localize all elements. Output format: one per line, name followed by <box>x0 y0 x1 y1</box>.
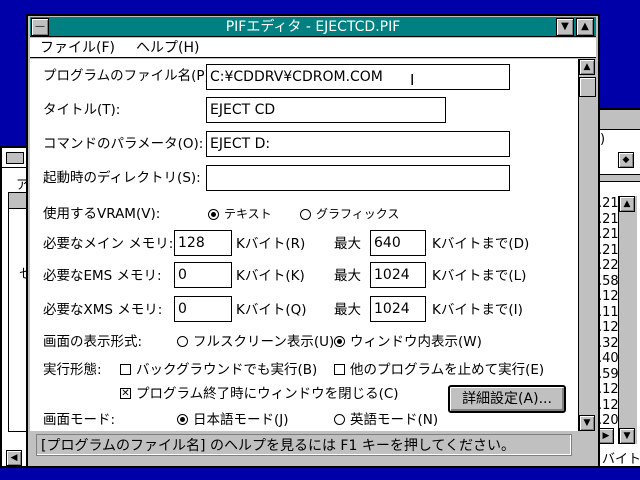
menu-help[interactable]: ヘルプ(H) <box>136 39 199 57</box>
bg-list-value: .22 <box>598 258 619 273</box>
exec-mode-label: 実行形態: <box>43 362 102 378</box>
ems-memory-unit: Kバイト(K) <box>236 268 305 284</box>
program-filename-label: プログラムのファイル名(P): <box>43 68 215 84</box>
vram-graphics-radio[interactable] <box>300 209 311 220</box>
bg-list-value: .58 <box>598 273 619 289</box>
xms-memory-max-label: 最大 <box>334 302 361 318</box>
display-window-radio[interactable] <box>334 336 345 347</box>
menu-file[interactable]: ファイル(F) <box>40 39 115 57</box>
xms-memory-input[interactable]: 0 <box>174 296 232 322</box>
bg-list-value: .12 <box>598 382 619 397</box>
menubar: ファイル(F) ヘルプ(H) <box>30 38 596 58</box>
control-menu-icon[interactable] <box>6 152 24 164</box>
control-menu-icon[interactable]: — <box>31 18 49 36</box>
scroll-up-arrow-icon[interactable]: ▲ <box>579 59 595 75</box>
display-mode-label: 画面の表示形式: <box>43 334 143 350</box>
params-label: コマンドのパラメータ(O): <box>43 136 204 152</box>
exec-background-checkbox[interactable] <box>120 364 131 375</box>
scroll-down-arrow-icon[interactable]: ▼ <box>619 428 635 444</box>
close-on-exit-checkbox[interactable]: ✕ <box>120 388 131 399</box>
bg-list-value: .11 <box>598 304 619 320</box>
vram-text-radio[interactable] <box>208 209 219 220</box>
xms-memory-max-input[interactable]: 1024 <box>370 296 426 322</box>
main-memory-unit: Kバイト(R) <box>236 236 306 252</box>
bg-list-value: .32 <box>598 335 619 351</box>
bg-right-top-fragment: ) <box>600 132 606 147</box>
bg-right-list: .21.21.21.21.22.58.12.11.12.32.40.59.12.… <box>598 196 619 436</box>
display-fullscreen-radio[interactable] <box>177 336 188 347</box>
exec-background-label[interactable]: バックグラウンドでも実行(B) <box>136 362 317 378</box>
display-fullscreen-label[interactable]: フルスクリーン表示(U) <box>193 334 334 350</box>
close-on-exit-label[interactable]: プログラム終了時にウィンドウを閉じる(C) <box>136 386 399 402</box>
bg-list-value: .21 <box>598 227 619 242</box>
ems-memory-label: 必要なEMS メモリ: <box>43 268 162 284</box>
ems-memory-max-label: 最大 <box>334 268 361 284</box>
display-window-label[interactable]: ウィンドウ内表示(W) <box>350 334 482 350</box>
screen-mode-english-label[interactable]: 英語モード(N) <box>350 412 438 428</box>
main-memory-max-unit: Kバイトまで(D) <box>432 236 530 252</box>
advanced-settings-button[interactable]: 詳細設定(A)... <box>448 385 566 413</box>
status-text: [プログラムのファイル名] のヘルプを見るには F1 キーを押してください。 <box>36 434 572 456</box>
text-cursor-icon: I <box>410 71 415 89</box>
vram-label: 使用するVRAM(V): <box>43 206 161 222</box>
main-memory-max-label: 最大 <box>334 236 361 252</box>
bg-right-bottom-fragment: バイト <box>602 452 640 467</box>
xms-memory-max-unit: Kバイトまで(I) <box>432 302 523 318</box>
title-label: タイトル(T): <box>43 102 121 118</box>
title-input[interactable]: EJECT CD <box>206 97 446 123</box>
bg-list-value: .21 <box>598 242 619 258</box>
ems-memory-max-unit: Kバイトまで(L) <box>432 268 527 284</box>
params-input[interactable]: EJECT D: <box>206 131 510 157</box>
ems-memory-input[interactable]: 0 <box>174 262 232 288</box>
xms-memory-unit: Kバイト(Q) <box>236 302 307 318</box>
scroll-left-arrow-icon[interactable]: ◀ <box>6 450 22 466</box>
exec-exclusive-checkbox[interactable] <box>334 364 345 375</box>
background-window-right: ) ◆ .21.21.21.21.22.58.12.11.12.32.40.59… <box>596 108 640 468</box>
program-filename-input[interactable]: C:¥CDDRV¥CDROM.COM <box>206 64 510 90</box>
main-memory-input[interactable]: 128 <box>174 230 232 256</box>
scroll-up-down-icon[interactable]: ◆ <box>618 152 634 168</box>
vram-text-label[interactable]: テキスト <box>224 206 272 222</box>
bg-list-value: .59 <box>598 366 619 382</box>
xms-memory-label: 必要なXMS メモリ: <box>43 302 163 318</box>
screen-mode-japanese-label[interactable]: 日本語モード(J) <box>193 412 289 428</box>
main-memory-label: 必要なメイン メモリ: <box>43 236 174 252</box>
screen-mode-english-radio[interactable] <box>334 414 345 425</box>
window-title: PIFエディタ - EJECTCD.PIF <box>225 19 401 35</box>
bg-list-value: .12 <box>598 320 619 335</box>
main-memory-max-input[interactable]: 640 <box>370 230 426 256</box>
bg-list-value: .40 <box>598 351 619 366</box>
vram-graphics-label[interactable]: グラフィックス <box>316 206 399 222</box>
scroll-right-arrow-icon[interactable]: ▶ <box>598 428 614 444</box>
window-titlebar[interactable]: PIFエディタ - EJECTCD.PIF <box>30 17 596 37</box>
ems-memory-max-input[interactable]: 1024 <box>370 262 426 288</box>
minimize-button[interactable]: ▼ <box>556 18 574 36</box>
bg-list-value: .20 <box>598 413 619 428</box>
startdir-label: 起動時のディレクトリ(S): <box>43 170 201 186</box>
bg-list-value: .12 <box>598 289 619 304</box>
screen-mode-japanese-radio[interactable] <box>177 414 188 425</box>
maximize-button[interactable]: ▲ <box>576 18 594 36</box>
screen-mode-label: 画面モード: <box>43 412 116 428</box>
vertical-scrollbar[interactable]: ▲ ▼ <box>578 59 596 431</box>
bg-list-value: .21 <box>598 211 619 227</box>
scroll-down-arrow-icon[interactable]: ▼ <box>579 415 595 431</box>
scroll-up-arrow-icon[interactable]: ▲ <box>619 196 635 212</box>
bg-right-vscroll[interactable]: ▲ ▼ <box>618 196 637 444</box>
bg-list-value: .21 <box>598 196 619 211</box>
bg-list-value: .12 <box>598 397 619 413</box>
exec-exclusive-label[interactable]: 他のプログラムを止めて実行(E) <box>350 362 544 378</box>
scroll-thumb[interactable] <box>579 77 596 97</box>
startdir-input[interactable] <box>206 165 510 191</box>
